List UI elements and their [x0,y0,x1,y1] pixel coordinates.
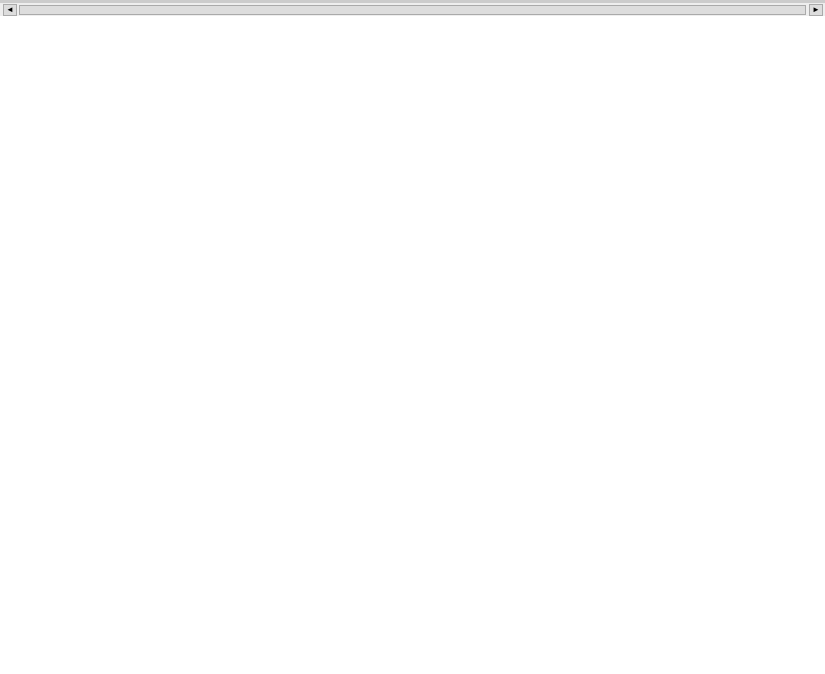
scroll-right-button[interactable]: ► [809,4,823,16]
scroll-left-button[interactable]: ◄ [3,4,17,16]
scroll-track[interactable] [19,5,806,15]
horizontal-scrollbar[interactable]: ◄ ► [0,2,825,16]
